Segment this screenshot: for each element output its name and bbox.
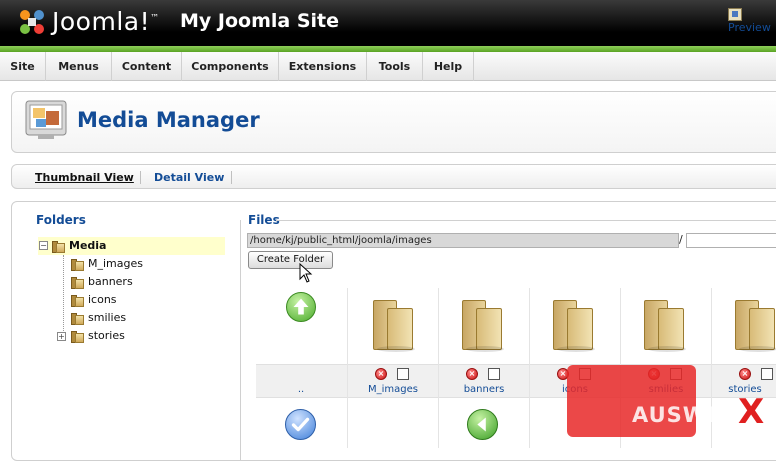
select-checkbox[interactable] (397, 368, 409, 380)
menu-extensions[interactable]: Extensions (279, 52, 367, 81)
collapse-icon[interactable]: − (39, 241, 48, 250)
up-folder-link[interactable]: .. (261, 384, 341, 395)
grid-divider (438, 288, 439, 448)
tree-connector (63, 255, 64, 335)
grid-divider (347, 288, 348, 448)
folder-icon (52, 240, 66, 253)
joomla-logo-icon (20, 10, 44, 34)
create-folder-button[interactable]: Create Folder (248, 251, 333, 269)
menu-help[interactable]: Help (423, 52, 474, 81)
folder-thumbnail-smilies[interactable] (644, 300, 686, 352)
current-path-field: /home/kj/public_html/joomla/images (247, 233, 679, 248)
tree-item-smilies[interactable]: smilies (71, 310, 126, 326)
tree-item-media[interactable]: Media (52, 238, 106, 254)
view-tabs: Thumbnail View Detail View (11, 164, 776, 189)
folder-icon (71, 312, 85, 325)
folder-icon (71, 294, 85, 307)
delete-icon[interactable]: × (375, 368, 387, 380)
main-menu-bar: Site Menus Content Components Extensions… (0, 52, 776, 81)
menu-menus[interactable]: Menus (46, 52, 112, 81)
tree-item-banners[interactable]: banners (71, 274, 133, 290)
up-arrow-icon[interactable] (286, 292, 316, 322)
menu-site[interactable]: Site (0, 52, 46, 81)
checkmark-icon[interactable] (285, 409, 316, 440)
path-separator: / (679, 233, 683, 246)
delete-icon[interactable]: × (466, 368, 478, 380)
tree-item-m-images[interactable]: M_images (71, 256, 143, 272)
toolbar-panel: Media Manager (11, 91, 776, 153)
watermark-x-icon: X (738, 392, 765, 432)
back-arrow-icon[interactable] (467, 409, 498, 440)
folder-thumbnail-banners[interactable] (462, 300, 504, 352)
menu-components[interactable]: Components (182, 52, 279, 81)
tab-divider (231, 171, 232, 184)
folders-heading: Folders (36, 213, 86, 227)
tab-divider (140, 171, 141, 184)
folder-link-banners[interactable]: banners (444, 384, 524, 395)
tree-item-icons[interactable]: icons (71, 292, 117, 308)
menu-tools[interactable]: Tools (367, 52, 423, 81)
delete-icon[interactable]: × (739, 368, 751, 380)
grid-divider (529, 288, 530, 448)
files-heading: Files (248, 213, 280, 227)
folder-thumbnail-m-images[interactable] (373, 300, 415, 352)
tree-item-stories[interactable]: stories (71, 328, 125, 344)
logo-text: Joomla!™ (52, 7, 160, 36)
select-checkbox[interactable] (761, 368, 773, 380)
preview-link[interactable]: Preview (728, 7, 776, 34)
folder-thumbnail-stories[interactable] (735, 300, 776, 352)
menu-content[interactable]: Content (112, 52, 182, 81)
folder-icon (71, 258, 85, 271)
watermark-text: AUSWEB (632, 403, 740, 427)
tab-thumbnail-view[interactable]: Thumbnail View (35, 171, 134, 184)
page-title: Media Manager (77, 108, 260, 132)
files-border (276, 220, 776, 221)
folder-thumbnail-icons[interactable] (553, 300, 595, 352)
files-border (240, 220, 241, 460)
folder-name-input[interactable] (686, 233, 776, 248)
select-checkbox[interactable] (488, 368, 500, 380)
folder-link-m-images[interactable]: M_images (353, 384, 433, 395)
folder-icon (71, 276, 85, 289)
media-manager-icon (25, 100, 67, 139)
mouse-cursor-icon (299, 263, 313, 283)
tab-detail-view[interactable]: Detail View (154, 171, 224, 184)
expand-icon[interactable]: + (57, 332, 66, 341)
folder-icon (71, 330, 85, 343)
preview-icon (728, 7, 742, 21)
site-title: My Joomla Site (180, 10, 339, 32)
